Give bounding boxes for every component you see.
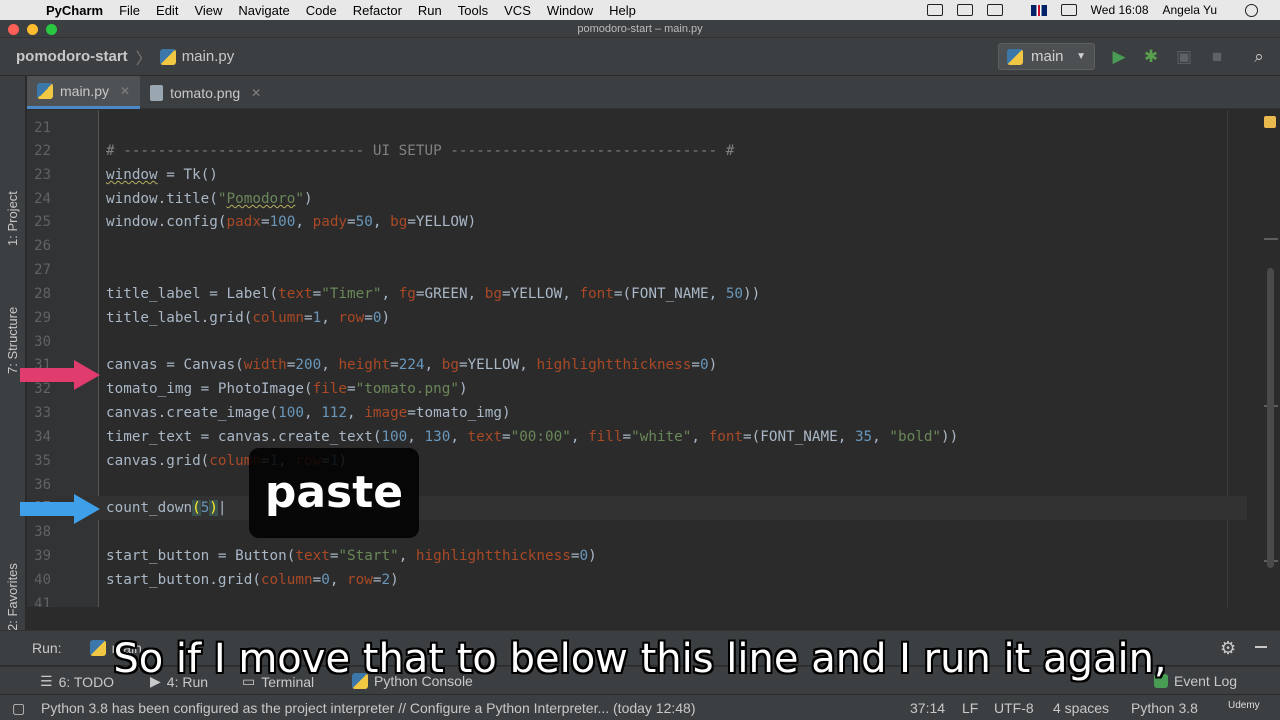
menu-window[interactable]: Window [547,3,593,18]
code-line: 38 [34,524,51,540]
code-line: 27 [34,262,51,278]
debug-icon[interactable]: ✱ [1142,48,1160,66]
tool-tab-favorites[interactable]: 2: Favorites [3,546,23,636]
code-line: 31 canvas = Canvas(width=200, height=224,… [34,357,718,373]
menu-file[interactable]: File [119,3,140,18]
menu-help[interactable]: Help [609,3,636,18]
tab-label: main.py [60,83,110,99]
scroll-marker [1264,238,1278,240]
navigation-bar: pomodoro-start 〉 main.py main ▼ ▶ ✱ ▣ ■ … [0,38,1280,76]
code-line-current: 37count_down(5)| [27,496,1247,520]
code-line: 41 [34,596,51,607]
code-line: 23 window = Tk() [34,167,218,183]
code-line: 32 tomato_img = PhotoImage(file="tomato.p… [34,381,468,397]
close-window-button[interactable] [8,24,19,35]
code-line: 21 [34,120,51,136]
uk-flag-icon[interactable] [1030,4,1047,16]
menu-user[interactable]: Angela Yu [1163,3,1218,17]
display-icon[interactable] [986,4,1003,16]
code-line: 29 title_label.grid(column=1, row=0) [34,310,391,326]
code-line: 28 title_label = Label(text="Timer", fg=G… [34,286,761,302]
siri-icon[interactable] [1245,3,1258,17]
menu-view[interactable]: View [194,3,222,18]
paste-keystroke-overlay: paste [249,448,419,538]
menu-app-name[interactable]: PyCharm [46,3,103,18]
zoom-window-button[interactable] [46,24,57,35]
python-file-icon [37,83,53,99]
window-controls [8,24,57,35]
pink-arrow-annotation [20,360,102,390]
code-line: 39 start_button = Button(text="Start", hi… [34,548,597,564]
screen-record-icon[interactable] [926,4,943,16]
search-everywhere-icon[interactable]: ⌕ [1250,48,1268,66]
minimize-window-button[interactable] [27,24,38,35]
code-line: 26 [34,238,51,254]
breadcrumb-file[interactable]: main.py [159,48,235,65]
python-file-icon [159,48,176,65]
window-title: pomodoro-start – main.py [577,23,703,35]
tool-tab-project[interactable]: 1: Project [3,166,23,256]
code-line: 22 # ---------------------------- UI SETU… [34,143,735,159]
editor-tabs: main.py ✕ tomato.png ✕ [27,76,1280,109]
code-editor[interactable]: 21 22 # ---------------------------- UI S… [27,110,1280,607]
close-icon[interactable]: ✕ [251,86,261,100]
line-separator[interactable]: LF [962,700,978,716]
close-icon[interactable]: ✕ [120,84,130,98]
breadcrumb-file-label: main.py [181,48,235,65]
battery-icon[interactable] [1060,4,1077,16]
tab-label: tomato.png [170,84,241,101]
coverage-icon[interactable]: ▣ [1175,48,1193,66]
code-line: 35canvas.grid(column=1, row=1) [34,453,347,469]
status-panel-toggle-icon[interactable]: ▢ [12,700,25,717]
stop-icon[interactable]: ■ [1208,48,1226,66]
menu-refactor[interactable]: Refactor [353,3,402,18]
tool-tab-project-label: 1: Project [5,191,20,246]
left-tool-strip: 1: Project 7: Structure 2: Favorites [0,76,26,631]
code-line: 30 [34,334,51,350]
image-file-icon [150,84,164,101]
caret-position[interactable]: 37:14 [910,700,945,716]
breadcrumb-project[interactable]: pomodoro-start [16,48,128,65]
run-config-label: main [1031,48,1064,65]
warning-indicator-icon[interactable] [1264,116,1276,128]
file-encoding[interactable]: UTF-8 [994,700,1034,716]
menu-run[interactable]: Run [418,3,442,18]
code-line: 25 window.config(padx=100, pady=50, bg=YE… [34,214,477,230]
menu-code[interactable]: Code [306,3,337,18]
menu-navigate[interactable]: Navigate [238,3,289,18]
blue-arrow-annotation [20,494,102,524]
editor-scrollbar[interactable] [1267,268,1274,568]
code-line: 40 start_button.grid(column=0, row=2) [34,572,399,588]
menu-vcs[interactable]: VCS [504,3,531,18]
menu-tools[interactable]: Tools [458,3,488,18]
code-line: 24 window.title("Pomodoro") [34,191,313,207]
code-line: 34 timer_text = canvas.create_text(100, 1… [34,429,959,445]
chevron-down-icon: ▼ [1076,51,1086,62]
indent-setting[interactable]: 4 spaces [1053,700,1109,716]
menu-edit[interactable]: Edit [156,3,178,18]
window-title-bar: pomodoro-start – main.py [0,20,1280,38]
camera-icon[interactable] [956,4,973,16]
watermark: Udemy [1228,700,1260,711]
code-line: 36 [34,477,51,493]
tool-tab-structure-label: 7: Structure [5,306,20,374]
video-caption: So if I move that to below this line and… [113,636,1167,682]
run-config-dropdown[interactable]: main ▼ [998,43,1095,70]
macos-menu-bar: PyCharm File Edit View Navigate Code Ref… [0,0,1280,20]
tool-tab-favorites-label: 2: Favorites [5,563,20,631]
chevron-right-icon: 〉 [135,50,152,68]
tab-tomato-png[interactable]: tomato.png ✕ [140,76,271,109]
code-line: 33 canvas.create_image(100, 112, image=to… [34,405,511,421]
menu-clock[interactable]: Wed 16:08 [1091,3,1149,17]
python-icon [1007,48,1023,65]
status-bar: ▢ Python 3.8 has been configured as the … [0,694,1280,720]
status-message[interactable]: Python 3.8 has been configured as the pr… [41,700,696,716]
interpreter-selector[interactable]: Python 3.8 [1131,700,1198,716]
tab-main-py[interactable]: main.py ✕ [27,76,141,109]
run-icon[interactable]: ▶ [1110,48,1128,66]
